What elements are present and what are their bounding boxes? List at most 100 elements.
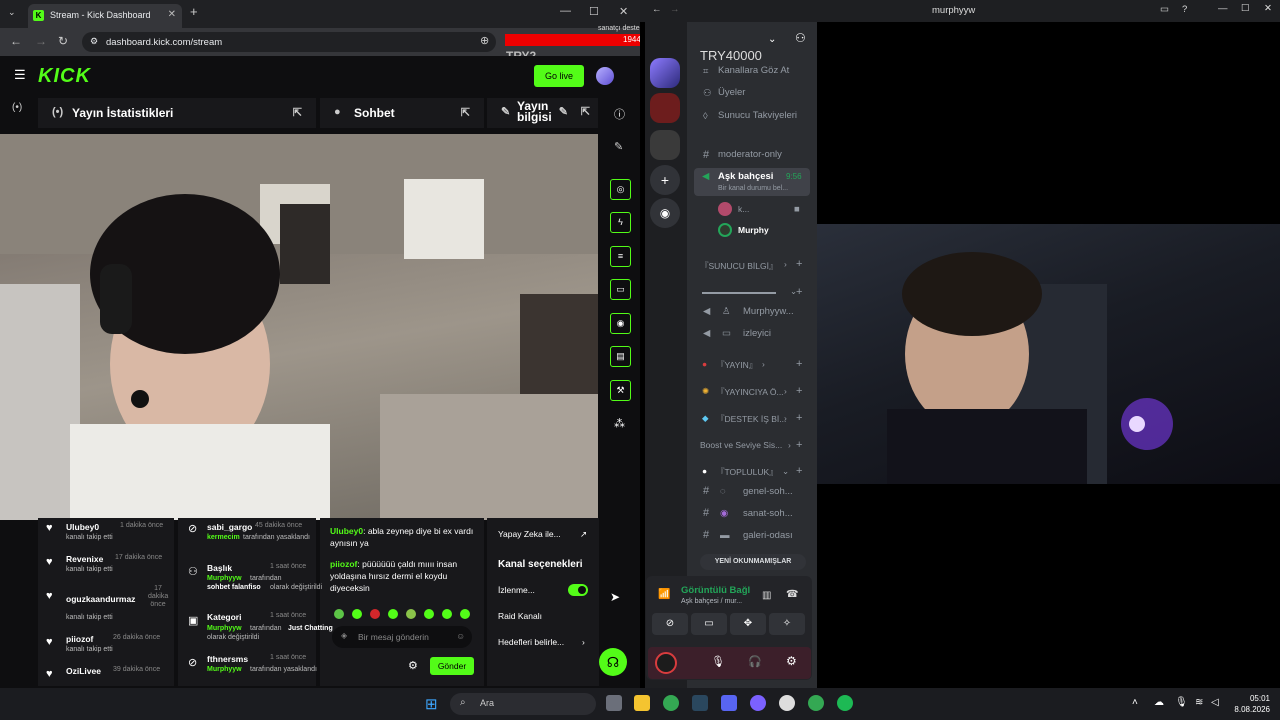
reload-icon[interactable]: ↻ xyxy=(58,34,68,48)
popout-icon[interactable]: ⇱ xyxy=(461,106,470,119)
voice-channel[interactable]: Aşk bahçesi / mur... xyxy=(681,598,742,605)
edit-icon[interactable]: ✎ xyxy=(559,107,568,118)
disconnect-icon[interactable]: ☎ xyxy=(786,589,798,600)
add-channel-icon[interactable]: + xyxy=(796,439,802,451)
chat-icon[interactable]: ▭ xyxy=(610,279,631,300)
channel-item[interactable]: galeri-odası xyxy=(743,530,793,541)
channel-item[interactable]: Murphyyw... xyxy=(743,306,794,317)
camera-off-button[interactable]: ⊘ xyxy=(652,613,688,635)
activities-button[interactable]: ✥ xyxy=(730,613,766,635)
goals-button[interactable]: Hedefleri belirle... xyxy=(498,637,564,647)
close-window-icon[interactable]: ✕ xyxy=(1264,3,1272,14)
task-view-icon[interactable] xyxy=(606,695,622,711)
external-link-icon[interactable]: ↗ xyxy=(580,529,587,540)
add-channel-icon[interactable]: + xyxy=(796,358,802,370)
event-user[interactable]: OziLivee xyxy=(66,666,101,676)
minimize-icon[interactable]: — xyxy=(1218,3,1228,14)
screen-share-button[interactable]: ▭ xyxy=(691,613,727,635)
channel-item[interactable]: genel-soh... xyxy=(743,486,793,497)
watching-toggle[interactable] xyxy=(568,584,588,596)
channel-item[interactable]: sanat-soh... xyxy=(743,508,793,519)
category-header[interactable]: 『YAYINCIYA Ö... xyxy=(716,386,784,398)
broadcast-icon[interactable]: ◉ xyxy=(610,313,631,334)
minimize-icon[interactable]: — xyxy=(560,5,571,17)
soundboard-icon[interactable]: ▥ xyxy=(762,590,771,601)
url-field[interactable]: ⚙ dashboard.kick.com/stream xyxy=(82,32,496,52)
send-button[interactable]: Gönder xyxy=(430,657,474,675)
event-actor[interactable]: Murphyyw xyxy=(207,625,242,632)
event-user[interactable]: Revenixe xyxy=(66,554,103,564)
new-tab-icon[interactable]: + xyxy=(190,4,198,19)
info-icon[interactable]: ⓘ xyxy=(614,106,625,122)
chat-input[interactable]: ◈ Bir mesaj gönderin ☺ xyxy=(332,626,472,648)
edit-icon[interactable]: ✎ xyxy=(614,140,623,153)
close-window-icon[interactable]: ✕ xyxy=(619,5,628,18)
volume-icon[interactable]: ◁ xyxy=(1211,697,1219,708)
browser-tab[interactable]: K Stream - Kick Dashboard ✕ xyxy=(28,4,182,28)
explore-icon[interactable]: ◉ xyxy=(650,198,680,228)
tab-list-icon[interactable]: ⌄ xyxy=(8,7,16,18)
server-icon[interactable] xyxy=(650,58,680,88)
gear-icon[interactable]: ⚙ xyxy=(408,659,418,672)
emoji-icon[interactable]: ☺ xyxy=(456,631,465,641)
layout-icon[interactable]: ▤ xyxy=(610,346,631,367)
microphone-icon[interactable]: 🎙 xyxy=(711,655,725,668)
broadcast-icon[interactable]: (•) xyxy=(12,102,22,113)
chat-user[interactable]: Ulubey0 xyxy=(330,526,363,536)
add-channel-icon[interactable]: + xyxy=(796,412,802,424)
close-tab-icon[interactable]: ✕ xyxy=(168,9,176,20)
chrome-icon[interactable] xyxy=(663,695,679,711)
ai-button[interactable]: Yapay Zeka ile... xyxy=(498,529,561,539)
voice-user[interactable]: Murphy xyxy=(738,225,769,235)
menu-icon[interactable]: ☰ xyxy=(14,67,26,83)
windows-start-icon[interactable]: ⊞ xyxy=(425,695,438,713)
wifi-icon[interactable]: ≋ xyxy=(1195,697,1203,708)
inbox-icon[interactable]: ▭ xyxy=(1160,4,1169,15)
help-icon[interactable]: ? xyxy=(1182,4,1187,15)
go-live-button[interactable]: Go live xyxy=(534,65,584,87)
gear-icon[interactable]: ⚙ xyxy=(786,654,797,668)
taskbar-search[interactable]: ⌕ Ara xyxy=(450,693,596,715)
add-user-icon[interactable]: ⚇ xyxy=(795,31,806,45)
voice-user[interactable]: k... xyxy=(738,204,749,214)
chat-user[interactable]: piiozof xyxy=(330,559,357,569)
avatar[interactable] xyxy=(718,202,732,216)
app-icon[interactable] xyxy=(750,695,766,711)
avatar[interactable] xyxy=(596,67,614,85)
add-channel-icon[interactable]: + xyxy=(796,286,802,298)
document-icon[interactable]: ≡ xyxy=(610,246,631,267)
maximize-icon[interactable]: ☐ xyxy=(1241,3,1250,14)
add-channel-icon[interactable]: + xyxy=(796,385,802,397)
cloud-icon[interactable]: ☁ xyxy=(1154,697,1164,708)
server-icon[interactable] xyxy=(650,93,680,123)
apps-icon[interactable]: ⁂ xyxy=(614,417,625,430)
add-channel-icon[interactable]: + xyxy=(796,465,802,477)
camera-icon[interactable]: ◎ xyxy=(610,179,631,200)
event-user[interactable]: sabi_gargo xyxy=(207,522,252,532)
menu-item[interactable]: Kanallara Göz At xyxy=(718,65,789,76)
avatar[interactable] xyxy=(718,223,732,237)
event-user[interactable]: piiozof xyxy=(66,634,93,644)
forward-icon[interactable]: → xyxy=(35,34,47,48)
lightning-icon[interactable]: ϟ xyxy=(610,212,631,233)
category-header[interactable]: 『YAYIN』 xyxy=(716,359,757,371)
raid-button[interactable]: Raid Kanalı xyxy=(498,611,542,621)
popout-icon[interactable]: ⇱ xyxy=(581,107,590,118)
discord-icon[interactable] xyxy=(721,695,737,711)
event-user[interactable]: oguzkaandurmaz xyxy=(66,594,135,604)
zoom-icon[interactable]: ⊕ xyxy=(480,34,489,47)
effects-button[interactable]: ✧ xyxy=(769,613,805,635)
back-icon[interactable]: ← xyxy=(10,34,22,48)
file-explorer-icon[interactable] xyxy=(634,695,650,711)
menu-item[interactable]: Sunucu Takviyeleri xyxy=(718,110,797,121)
event-user[interactable]: fthnersms xyxy=(207,654,248,664)
system-clock[interactable]: 05:01 8.08.2026 xyxy=(1222,693,1270,715)
wrench-icon[interactable]: ⚒ xyxy=(610,380,631,401)
steam-icon[interactable] xyxy=(692,695,708,711)
maximize-icon[interactable]: ☐ xyxy=(589,5,599,18)
add-channel-icon[interactable]: + xyxy=(796,258,802,270)
forward-icon[interactable]: → xyxy=(670,4,680,15)
back-icon[interactable]: ← xyxy=(652,4,662,15)
channel-item[interactable]: izleyici xyxy=(743,328,771,339)
category-header[interactable]: 『DESTEK İŞ Bİ... xyxy=(716,413,786,425)
